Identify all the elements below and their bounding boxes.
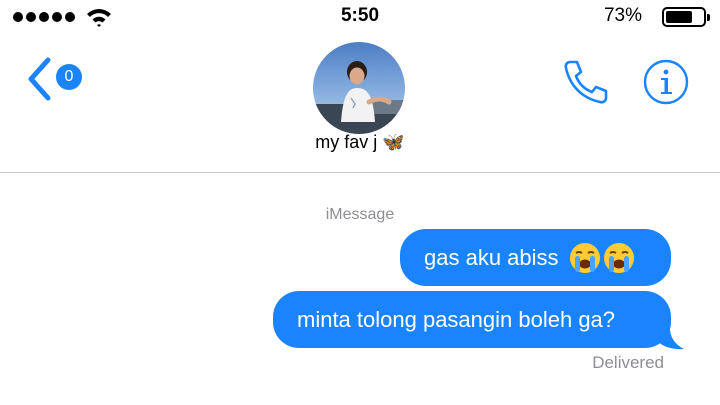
service-label: iMessage xyxy=(325,206,395,223)
crying-face-emoji-icon xyxy=(567,242,635,274)
delivery-receipt: Delivered xyxy=(592,353,664,372)
battery-icon xyxy=(662,7,710,27)
conversation-header: 0 my fav j 🦋 xyxy=(0,34,720,173)
bubble-tail xyxy=(656,328,684,350)
status-bar: 5:50 73% xyxy=(0,0,720,34)
contact-name-text: my fav j xyxy=(315,132,378,152)
battery-percentage: 73% xyxy=(603,5,642,26)
message-bubble[interactable]: minta tolong pasangin boleh ga? xyxy=(273,291,671,348)
message-bubble[interactable]: gas aku abiss 😭😭 xyxy=(400,229,671,286)
info-icon[interactable] xyxy=(642,58,690,106)
chevron-left-icon xyxy=(28,57,51,101)
back-button[interactable]: 0 xyxy=(26,56,96,102)
contact-avatar[interactable] xyxy=(313,42,405,134)
butterfly-emoji-icon: 🦋 xyxy=(382,132,405,152)
unread-count-badge: 0 xyxy=(56,64,82,90)
contact-name[interactable]: my fav j 🦋 xyxy=(0,132,720,153)
message-text: gas aku abiss xyxy=(424,244,559,270)
battery-fill xyxy=(666,11,693,23)
message-text: minta tolong pasangin boleh ga? xyxy=(297,306,616,332)
phone-icon[interactable] xyxy=(560,56,612,108)
